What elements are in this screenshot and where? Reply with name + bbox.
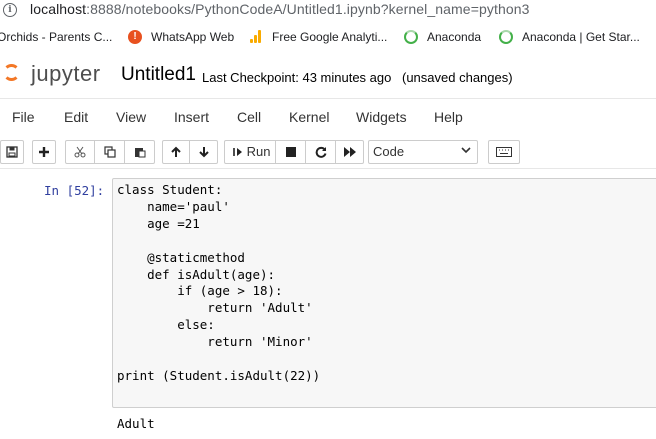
notebook-title[interactable]: Untitled1 <box>121 64 196 86</box>
keyboard-icon <box>496 147 512 157</box>
cut-button[interactable] <box>65 140 95 164</box>
menu-file[interactable]: File <box>12 109 35 125</box>
url-text[interactable]: localhost:8888/notebooks/PythonCodeA/Unt… <box>30 1 530 17</box>
bookmark-whatsapp[interactable]: ! WhatsApp Web <box>128 30 234 44</box>
url-path: :8888/notebooks/PythonCodeA/Untitled1.ip… <box>86 1 530 17</box>
bookmark-label: Anaconda | Get Star... <box>522 30 640 44</box>
bookmarks-bar: Orchids - Parents C... ! WhatsApp Web Fr… <box>0 24 656 52</box>
menu-help[interactable]: Help <box>434 109 463 125</box>
bookmark-label: Free Google Analyti... <box>272 30 388 44</box>
chevron-down-icon <box>461 141 471 163</box>
bookmark-orchids[interactable]: Orchids - Parents C... <box>0 30 112 44</box>
save-status: (unsaved changes) <box>402 70 513 85</box>
fast-forward-button[interactable] <box>336 140 364 164</box>
move-up-icon <box>171 146 181 157</box>
bookmark-anaconda-get-started[interactable]: Anaconda | Get Star... <box>499 30 640 44</box>
interrupt-button[interactable] <box>276 140 306 164</box>
bookmark-label: Anaconda <box>427 30 482 44</box>
cell-output: Adult <box>117 416 155 431</box>
save-button[interactable] <box>0 140 24 164</box>
checkpoint-time: 43 minutes ago <box>302 70 392 85</box>
move-down-icon <box>198 147 209 158</box>
jupyter-logo-text[interactable]: jupyter <box>31 61 101 87</box>
code-text[interactable]: class Student: name='paul' age =21 @stat… <box>117 182 320 385</box>
checkpoint-status: Last Checkpoint: 43 minutes ago (unsaved… <box>202 70 513 85</box>
save-icon <box>6 146 18 158</box>
restart-icon <box>315 146 326 158</box>
checkpoint-label: Last Checkpoint: <box>202 70 299 85</box>
info-icon[interactable]: i <box>3 3 17 17</box>
whatsapp-icon: ! <box>128 30 142 44</box>
bookmark-label: Orchids - Parents C... <box>0 30 113 44</box>
menu-bar: File Edit View Insert Cell Kernel Widget… <box>0 99 656 135</box>
move-down-button[interactable] <box>190 140 218 164</box>
cell-type-select[interactable]: Code <box>368 140 478 164</box>
interrupt-icon <box>285 147 296 157</box>
cell-type-value: Code <box>373 144 405 159</box>
bookmark-anaconda[interactable]: Anaconda <box>404 30 481 44</box>
run-button[interactable]: Run <box>224 140 276 164</box>
menu-edit[interactable]: Edit <box>64 109 88 125</box>
menu-insert[interactable]: Insert <box>174 109 209 125</box>
anaconda-icon <box>404 30 418 44</box>
menu-cell[interactable]: Cell <box>237 109 261 125</box>
bookmark-google-analytics[interactable]: Free Google Analyti... <box>249 30 387 44</box>
notebook-header: jupyter Untitled1 Last Checkpoint: 43 mi… <box>0 52 656 98</box>
input-prompt: In [52]: <box>44 183 105 198</box>
anaconda-icon <box>499 30 513 44</box>
paste-button[interactable] <box>125 140 155 164</box>
jupyter-logo-icon[interactable] <box>3 64 20 81</box>
menu-view[interactable]: View <box>116 109 146 125</box>
command-palette-button[interactable] <box>488 140 520 164</box>
run-label: Run <box>246 144 271 159</box>
add-cell-icon <box>39 147 49 157</box>
menu-kernel[interactable]: Kernel <box>289 109 329 125</box>
bookmark-label: WhatsApp Web <box>151 30 235 44</box>
copy-button[interactable] <box>95 140 125 164</box>
run-icon <box>233 148 242 156</box>
fast-forward-icon <box>343 147 356 157</box>
move-up-button[interactable] <box>162 140 190 164</box>
url-host: localhost <box>30 1 87 17</box>
address-bar[interactable]: i localhost:8888/notebooks/PythonCodeA/U… <box>0 0 656 22</box>
toolbar: Run Code <box>0 136 656 168</box>
copy-icon <box>103 146 116 158</box>
menu-widgets[interactable]: Widgets <box>356 109 407 125</box>
paste-icon <box>134 148 145 158</box>
analytics-icon <box>249 30 263 44</box>
restart-button[interactable] <box>306 140 336 164</box>
cut-icon <box>74 146 86 158</box>
add-cell-button[interactable] <box>32 140 56 164</box>
